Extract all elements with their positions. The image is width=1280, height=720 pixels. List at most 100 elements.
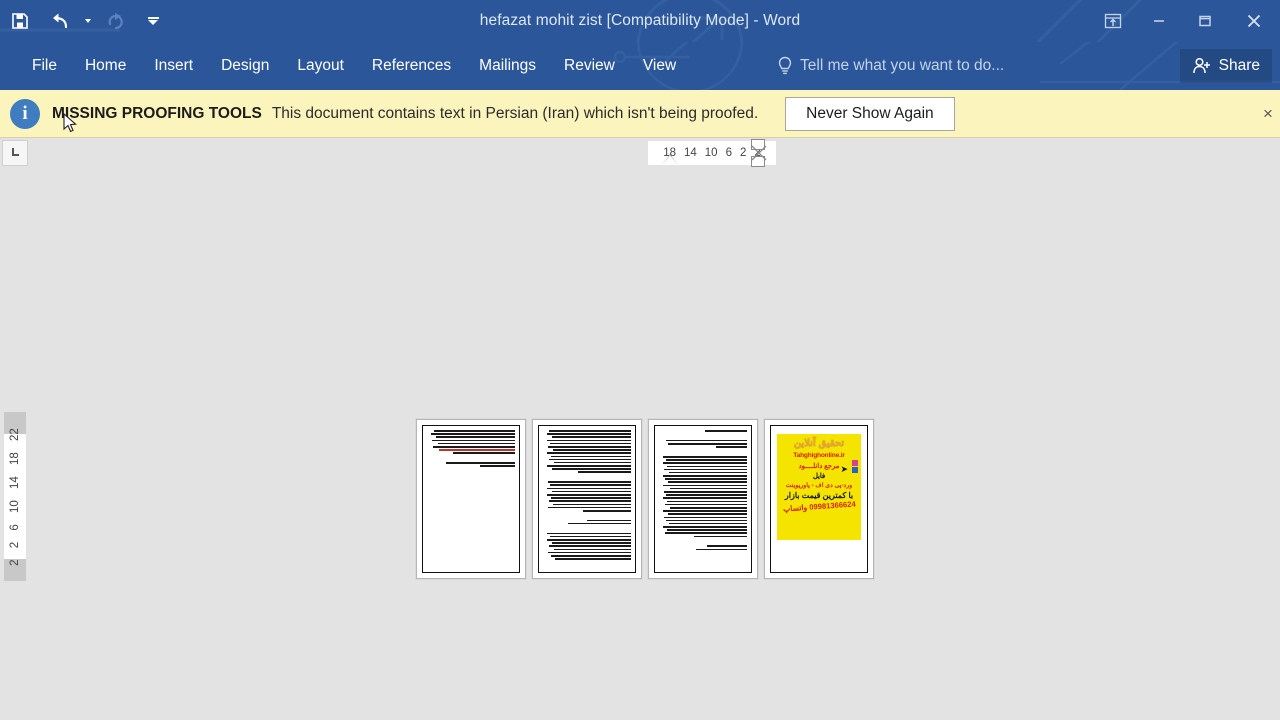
text-line <box>548 445 631 448</box>
tab-view[interactable]: View <box>629 42 690 90</box>
share-person-icon <box>1192 57 1210 74</box>
text-line <box>550 455 631 458</box>
text-line <box>551 468 631 470</box>
text-line <box>666 529 747 531</box>
text-line <box>432 439 515 442</box>
text-line <box>567 522 631 525</box>
ribbon-tab-bar: File Home Insert Design Layout Reference… <box>0 42 1280 90</box>
maximize-button[interactable] <box>1182 0 1228 42</box>
tell-me-search[interactable]: Tell me what you want to do... <box>778 42 1004 90</box>
lightbulb-icon <box>778 56 792 75</box>
text-line <box>550 484 631 486</box>
text-line <box>555 558 631 560</box>
text-line <box>547 433 631 435</box>
page-1-text-lines <box>427 430 515 467</box>
page-2-content <box>538 425 636 573</box>
vruler-num-10: 10 <box>9 499 21 513</box>
text-line <box>670 506 747 509</box>
info-icon: i <box>10 98 40 129</box>
text-line <box>551 436 631 438</box>
text-line <box>550 554 631 557</box>
text-line <box>662 526 747 528</box>
text-line <box>706 545 747 547</box>
page-3-text-lines <box>659 430 747 551</box>
text-line <box>666 439 747 442</box>
ad-line-3: ورد-پی دی اف - پاورپوینت <box>785 482 853 489</box>
text-line <box>547 532 631 535</box>
text-line <box>665 503 747 506</box>
text-line <box>434 430 515 432</box>
ad-icon-magenta <box>852 460 858 466</box>
ribbon-display-options-button[interactable] <box>1090 0 1136 42</box>
vruler-num-14: 14 <box>9 475 21 489</box>
text-line <box>453 452 515 454</box>
tab-stop-selector[interactable] <box>2 140 28 166</box>
never-show-again-button[interactable]: Never Show Again <box>785 96 955 131</box>
text-line <box>546 439 631 442</box>
ribbon-tabs: File Home Insert Design Layout Reference… <box>18 42 690 90</box>
close-button[interactable] <box>1228 0 1280 42</box>
text-line <box>550 497 631 499</box>
message-bar-close-button[interactable]: × <box>1258 104 1278 124</box>
page-3-content <box>654 425 752 573</box>
tab-design[interactable]: Design <box>207 42 283 90</box>
first-line-indent-marker-fill <box>663 155 677 164</box>
indent-marker-cross-icon <box>751 145 767 161</box>
text-line <box>553 461 631 464</box>
close-icon <box>1247 14 1261 28</box>
text-line <box>667 513 747 515</box>
hruler-num-2a: 2 <box>739 147 747 159</box>
text-line <box>549 458 631 461</box>
text-line <box>548 506 631 509</box>
text-line <box>547 452 631 454</box>
text-line <box>551 542 631 544</box>
text-line <box>667 481 747 484</box>
window-controls <box>1090 0 1280 42</box>
share-button[interactable]: Share <box>1179 49 1272 83</box>
text-line <box>668 471 747 474</box>
text-line <box>664 516 747 519</box>
text-line <box>669 487 747 490</box>
tab-insert[interactable]: Insert <box>140 42 207 90</box>
text-line <box>479 465 515 467</box>
maximize-icon <box>1199 15 1211 27</box>
text-line <box>662 462 747 464</box>
left-tab-stop-icon <box>12 148 19 156</box>
page-thumbnail-2[interactable] <box>532 419 642 579</box>
text-line <box>548 551 631 554</box>
text-line <box>665 532 747 535</box>
text-line <box>587 519 631 522</box>
word-window: hefazat mohit zist [Compatibility Mode] … <box>0 0 1280 720</box>
text-line <box>549 430 631 432</box>
advertisement-graphic: تحقیق آنلاین Tahghighonline.ir ➤ مرجع دا… <box>777 434 861 540</box>
page-thumbnail-4[interactable]: تحقیق آنلاین Tahghighonline.ir ➤ مرجع دا… <box>764 419 874 579</box>
tab-layout[interactable]: Layout <box>283 42 358 90</box>
minimize-button[interactable] <box>1136 0 1182 42</box>
text-line <box>552 449 631 451</box>
hruler-num-14: 14 <box>683 147 697 159</box>
tab-mailings[interactable]: Mailings <box>465 42 550 90</box>
text-line <box>546 539 631 541</box>
text-line <box>667 442 747 445</box>
tab-file[interactable]: File <box>18 42 71 90</box>
share-label: Share <box>1218 57 1260 74</box>
text-line <box>663 455 747 458</box>
text-line <box>549 545 631 547</box>
page-4-content: تحقیق آنلاین Tahghighonline.ir ➤ مرجع دا… <box>770 425 868 573</box>
tab-home[interactable]: Home <box>71 42 140 90</box>
text-line <box>546 465 631 467</box>
tab-review[interactable]: Review <box>550 42 629 90</box>
text-line <box>668 522 747 525</box>
page-thumbnail-3[interactable] <box>648 419 758 579</box>
vertical-ruler[interactable]: 2 2 6 10 14 18 22 <box>4 428 26 565</box>
text-line <box>664 468 747 471</box>
tell-me-placeholder: Tell me what you want to do... <box>800 57 1005 74</box>
text-line <box>553 548 631 551</box>
text-line <box>664 491 747 493</box>
text-line <box>549 500 631 502</box>
tab-references[interactable]: References <box>358 42 465 90</box>
text-line <box>578 471 631 474</box>
page-thumbnail-1[interactable] <box>416 419 526 579</box>
